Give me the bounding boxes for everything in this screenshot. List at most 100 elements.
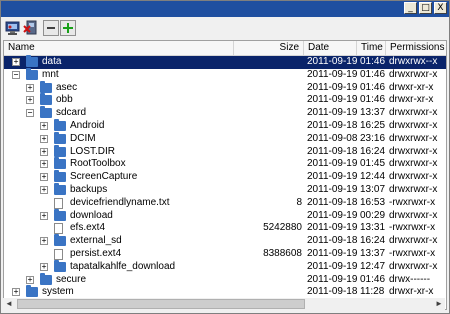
table-row[interactable]: + ScreenCapture 2011-09-19 12:44 drwxrwxr-x: [4, 170, 446, 184]
table-row[interactable]: + LOST.DIR 2011-09-18 16:24 drwxrwxr-x: [4, 144, 446, 159]
row-name: devicefriendlyname.txt: [70, 196, 170, 208]
toolbar: [1, 17, 449, 39]
table-row[interactable]: + DCIM 2011-09-08 23:16 drwxrwxr-x: [4, 131, 446, 146]
row-permissions: drwxrwx--x: [389, 56, 438, 67]
expand-toggle[interactable]: +: [40, 237, 48, 246]
expand-icon[interactable]: [60, 20, 76, 36]
row-permissions: drwxrwxr-x: [389, 171, 438, 183]
table-row[interactable]: + Android 2011-09-18 16:25 drwxrwxr-x: [4, 118, 446, 133]
horizontal-scrollbar[interactable]: ◄ ►: [3, 298, 445, 310]
table-row[interactable]: + RootToolbox 2011-09-19 01:45 drwxrwxr-x: [4, 157, 446, 171]
folder-icon: [40, 106, 52, 119]
folder-icon: [54, 182, 66, 195]
column-header-name[interactable]: Name: [4, 41, 234, 55]
minimize-button[interactable]: _: [404, 2, 417, 14]
computer-icon[interactable]: [5, 20, 21, 36]
file-icon: [54, 248, 63, 260]
expand-toggle[interactable]: +: [40, 147, 48, 156]
row-date: 2011-09-19: [307, 260, 358, 272]
expand-toggle[interactable]: +: [12, 288, 20, 297]
expand-toggle[interactable]: +: [12, 58, 20, 66]
folder-icon: [40, 80, 52, 93]
row-date: 2011-09-18: [307, 196, 358, 208]
column-header-date[interactable]: Date: [304, 41, 357, 55]
folder-icon: [54, 170, 66, 183]
row-date: 2011-09-18: [307, 145, 358, 157]
scroll-left-button[interactable]: ◄: [3, 298, 15, 310]
column-header-size[interactable]: Size: [234, 41, 304, 55]
row-permissions: drwxr-xr-x: [389, 81, 434, 93]
table-row[interactable]: persist.ext4 8388608 2011-09-19 13:37 -rwxrw…: [4, 248, 446, 261]
row-time: 00:29: [360, 209, 386, 221]
row-name: sdcard: [56, 107, 87, 119]
row-name: Android: [70, 119, 105, 131]
row-date: 2011-09-19: [307, 171, 358, 183]
file-tree-table: Name Size Date Time Permissions + data 201…: [3, 40, 447, 310]
collapse-toggle[interactable]: −: [26, 109, 34, 118]
row-time: 16:24: [360, 235, 386, 247]
folder-icon: [54, 208, 66, 221]
row-permissions: drwxr-xr-x: [389, 94, 434, 106]
table-row[interactable]: − sdcard 2011-09-19 13:37 drwxrwxr-x: [4, 106, 446, 120]
expand-toggle[interactable]: +: [40, 134, 48, 143]
collapse-icon[interactable]: [43, 20, 59, 36]
row-name: obb: [56, 94, 73, 106]
folder-icon: [26, 67, 38, 80]
expand-toggle[interactable]: +: [40, 185, 48, 194]
row-date: 2011-09-08: [307, 132, 358, 144]
expand-toggle[interactable]: +: [26, 275, 34, 284]
expand-toggle[interactable]: +: [40, 262, 48, 271]
row-date: 2011-09-19: [307, 158, 358, 170]
collapse-toggle[interactable]: −: [12, 70, 20, 79]
row-permissions: drwxrwxr-x: [389, 158, 438, 170]
table-row[interactable]: + external_sd 2011-09-18 16:24 drwxrwxr-x: [4, 234, 446, 248]
table-row[interactable]: + download 2011-09-19 00:29 drwxrwxr-x: [4, 208, 446, 223]
table-row[interactable]: + data 2011-09-19 01:46 drwxrwx--x: [4, 55, 446, 69]
row-permissions: -rwxrwxr-x: [389, 222, 436, 234]
scroll-thumb[interactable]: [17, 299, 305, 309]
row-name: DCIM: [70, 132, 96, 144]
column-header-time[interactable]: Time: [357, 41, 386, 55]
title-bar[interactable]: _ □ X: [1, 1, 449, 17]
table-row[interactable]: + tapatalkahlfe_download 2011-09-19 12:47 dr…: [4, 259, 446, 274]
expand-toggle[interactable]: +: [26, 83, 34, 92]
row-time: 12:47: [360, 260, 386, 272]
close-button[interactable]: X: [434, 2, 447, 14]
file-explorer-window: _ □ X Name Size Date Time Permissions + …: [0, 0, 450, 314]
expand-toggle[interactable]: +: [40, 173, 48, 182]
table-row[interactable]: − mnt 2011-09-19 01:46 drwxrwxr-x: [4, 67, 446, 82]
row-name: data: [42, 56, 62, 67]
table-row[interactable]: efs.ext4 5242880 2011-09-19 13:31 -rwxrwxr-x: [4, 222, 446, 235]
folder-icon: [40, 93, 52, 106]
table-row[interactable]: + asec 2011-09-19 01:46 drwxr-xr-x: [4, 80, 446, 95]
row-permissions: drwxrwxr-x: [389, 235, 438, 247]
expand-toggle[interactable]: +: [40, 160, 48, 169]
column-header-permissions[interactable]: Permissions: [386, 41, 446, 55]
delete-device-icon[interactable]: [23, 20, 39, 36]
folder-icon: [40, 272, 52, 285]
row-name: asec: [56, 81, 78, 93]
row-permissions: drwxrwxr-x: [389, 260, 438, 272]
row-permissions: drwx------: [389, 273, 431, 285]
row-name: mnt: [42, 68, 59, 80]
table-row[interactable]: + obb 2011-09-19 01:46 drwxr-xr-x: [4, 93, 446, 107]
folder-icon: [54, 118, 66, 131]
row-date: 2011-09-19: [307, 68, 358, 80]
row-date: 2011-09-19: [307, 81, 358, 93]
row-time: 13:37: [360, 247, 386, 259]
table-row[interactable]: devicefriendlyname.txt 8 2011-09-18 16:53 -r…: [4, 197, 446, 210]
expand-toggle[interactable]: +: [40, 211, 48, 220]
expand-toggle[interactable]: +: [26, 96, 34, 105]
row-name: tapatalkahlfe_download: [70, 260, 176, 272]
table-row[interactable]: + backups 2011-09-19 13:07 drwxrwxr-x: [4, 182, 446, 197]
table-row[interactable]: + secure 2011-09-19 01:46 drwx------: [4, 272, 446, 287]
row-permissions: drwxrwxr-x: [389, 107, 438, 119]
expand-toggle[interactable]: +: [40, 121, 48, 130]
row-size: 5242880: [263, 222, 302, 234]
maximize-button[interactable]: □: [419, 2, 432, 14]
row-date: 2011-09-19: [307, 247, 358, 259]
row-permissions: drwxrwxr-x: [389, 119, 438, 131]
scroll-right-button[interactable]: ►: [433, 298, 445, 310]
row-permissions: drwxrwxr-x: [389, 145, 438, 157]
row-date: 2011-09-19: [307, 183, 358, 195]
